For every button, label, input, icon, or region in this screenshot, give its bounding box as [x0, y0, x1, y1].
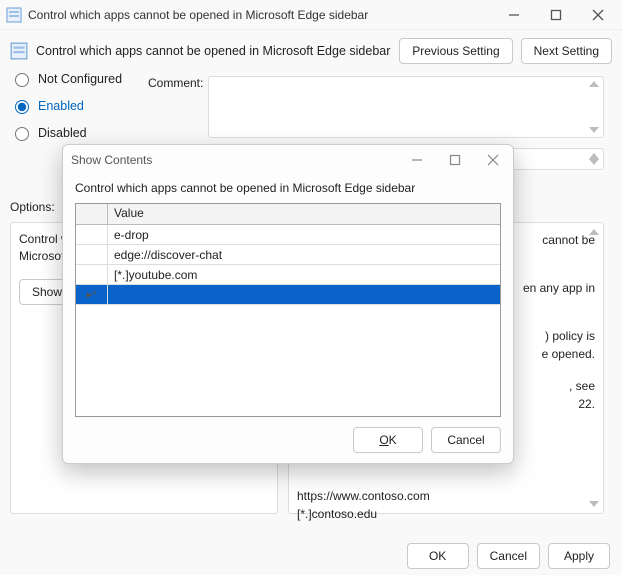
scroll-up-icon[interactable] — [589, 81, 599, 87]
minimize-button[interactable] — [502, 3, 526, 27]
titlebar: Control which apps cannot be opened in M… — [0, 0, 622, 30]
radio-enabled[interactable]: Enabled — [10, 97, 122, 114]
grid-cell[interactable]: e-drop — [108, 225, 500, 244]
grid-row[interactable]: e-drop — [76, 225, 500, 245]
row-indicator — [76, 265, 108, 284]
help-example: https://www.contoso.com — [297, 487, 595, 505]
dialog-cancel-button[interactable]: Cancel — [431, 427, 501, 453]
dialog-titlebar: Show Contents — [63, 145, 513, 175]
help-example: [*.]contoso.edu — [297, 505, 595, 523]
radio-not-configured[interactable]: Not Configured — [10, 70, 122, 87]
radio-enabled-label: Enabled — [38, 99, 84, 113]
grid-row[interactable]: edge://discover-chat — [76, 245, 500, 265]
row-indicator — [76, 245, 108, 264]
dialog-caption: Control which apps cannot be opened in M… — [75, 181, 501, 195]
policy-icon — [10, 42, 28, 60]
dialog-footer: OK Cancel — [63, 417, 513, 463]
grid-cell[interactable]: edge://discover-chat — [108, 245, 500, 264]
new-row-indicator: ▸* — [76, 285, 108, 304]
comment-textarea[interactable] — [208, 76, 604, 138]
policy-title: Control which apps cannot be opened in M… — [36, 44, 391, 58]
policy-window: Control which apps cannot be opened in M… — [0, 0, 622, 575]
apply-button[interactable]: Apply — [548, 543, 610, 569]
grid-cell[interactable]: [*.]youtube.com — [108, 265, 500, 284]
options-label: Options: — [10, 200, 55, 214]
scroll-up-icon[interactable] — [589, 229, 599, 235]
window-title: Control which apps cannot be opened in M… — [28, 8, 502, 22]
dialog-close-button[interactable] — [481, 148, 505, 172]
show-contents-dialog: Show Contents Control which apps cannot … — [62, 144, 514, 464]
dialog-title: Show Contents — [71, 153, 405, 167]
radio-disabled-input[interactable] — [15, 127, 29, 141]
radio-disabled-label: Disabled — [38, 126, 87, 140]
scroll-down-icon[interactable] — [589, 127, 599, 133]
radio-not-configured-input[interactable] — [15, 73, 29, 87]
close-button[interactable] — [586, 3, 610, 27]
row-indicator — [76, 225, 108, 244]
grid-header-rowselector — [76, 204, 108, 224]
grid-row-new[interactable]: ▸* — [76, 285, 500, 305]
cancel-button[interactable]: Cancel — [477, 543, 540, 569]
grid-row[interactable]: [*.]youtube.com — [76, 265, 500, 285]
radio-not-configured-label: Not Configured — [38, 72, 122, 86]
comment-label: Comment: — [148, 76, 203, 90]
radio-enabled-input[interactable] — [15, 100, 29, 114]
grid-header: Value — [76, 204, 500, 225]
state-radios: Not Configured Enabled Disabled — [10, 70, 122, 141]
scroll-down-icon[interactable] — [589, 159, 599, 165]
previous-setting-button[interactable]: Previous Setting — [399, 38, 512, 64]
scroll-down-icon[interactable] — [589, 501, 599, 507]
header-row: Control which apps cannot be opened in M… — [0, 30, 622, 68]
radio-disabled[interactable]: Disabled — [10, 124, 122, 141]
dialog-minimize-button[interactable] — [405, 148, 429, 172]
value-grid[interactable]: Value e-drop edge://discover-chat [*.]yo… — [75, 203, 501, 417]
window-icon — [6, 7, 22, 23]
grid-header-value[interactable]: Value — [108, 204, 500, 224]
footer-buttons: OK Cancel Apply — [0, 543, 622, 569]
maximize-button[interactable] — [544, 3, 568, 27]
ok-button[interactable]: OK — [407, 543, 469, 569]
dialog-ok-button[interactable]: OK — [353, 427, 423, 453]
dialog-maximize-button[interactable] — [443, 148, 467, 172]
next-setting-button[interactable]: Next Setting — [521, 38, 612, 64]
grid-cell-new[interactable] — [108, 285, 500, 304]
window-controls — [502, 3, 616, 27]
dialog-body: Control which apps cannot be opened in M… — [63, 175, 513, 417]
